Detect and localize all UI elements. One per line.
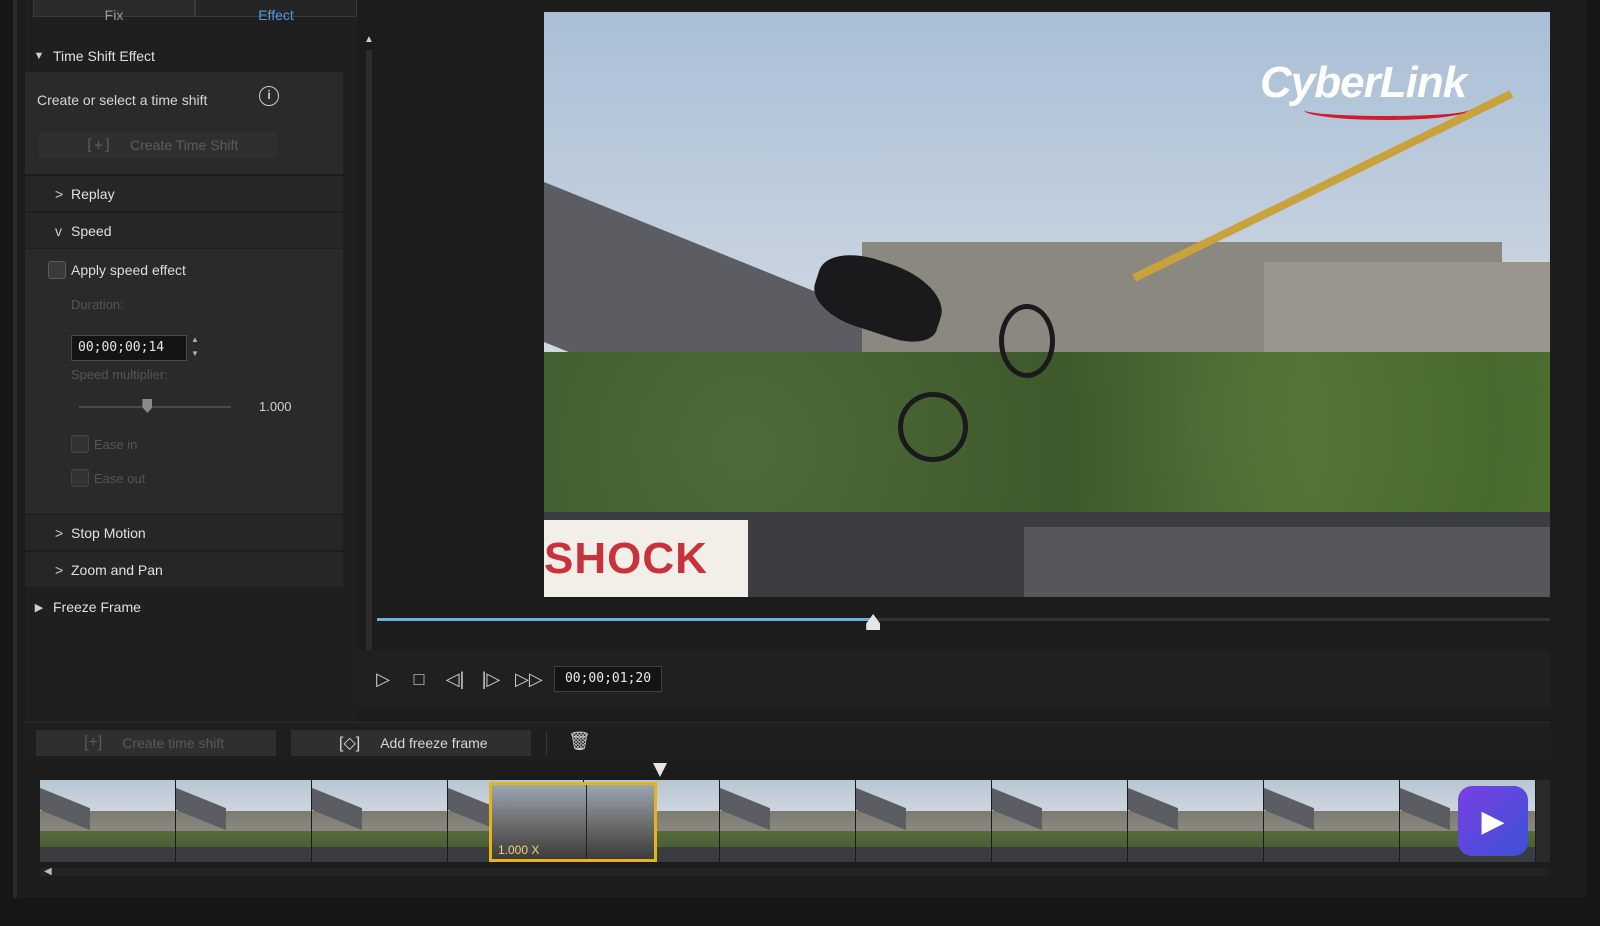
tab-effect[interactable]: Effect [195,0,357,23]
filmstrip-frame[interactable] [1128,780,1264,862]
bike-wheel-front [898,392,968,462]
section-speed[interactable]: v Speed [25,212,343,248]
filmstrip-frame[interactable] [40,780,176,862]
speed-multiplier-label: Speed multiplier: [71,367,168,382]
speed-multiplier-value: 1.000 [259,399,292,414]
section-replay[interactable]: > Replay [25,175,343,211]
add-freeze-frame-button[interactable]: [◇] Add freeze frame [291,730,531,756]
apply-speed-checkbox[interactable] [48,261,66,279]
filmstrip-frame[interactable] [176,780,312,862]
add-bracket-icon: [+] [84,734,103,751]
duration-label: Duration: [71,297,124,312]
prev-frame-icon[interactable]: ◁| [443,667,467,691]
powerdirector-app-icon[interactable]: ▶ [1458,786,1528,856]
add-bracket-icon: [+] [85,136,113,154]
current-timecode: 00;00;01;20 [554,666,662,692]
chevron-right-icon: > [55,185,64,202]
section-stop-motion[interactable]: > Stop Motion [25,514,343,550]
section-time-shift-effect[interactable]: ▼ Time Shift Effect [25,38,343,74]
filmstrip-frame[interactable] [856,780,992,862]
ease-in-label: Ease in [94,437,138,452]
section-label: Zoom and Pan [71,561,163,578]
ease-out-checkbox[interactable] [71,469,89,487]
toolbar-divider [546,731,547,755]
bike-wheel-rear [999,304,1055,378]
speed-block: Apply speed effect Duration: 00;00;00;14… [25,249,343,515]
filmstrip-frame[interactable] [1264,780,1400,862]
speed-slider-handle[interactable] [142,399,153,413]
playback-controls: ▷ □ ◁| |▷ ▷▷ 00;00;01;20 [357,650,1550,708]
create-time-shift-label: Create Time Shift [130,137,239,153]
scroll-thumb[interactable] [366,50,372,698]
ease-in-checkbox[interactable] [71,435,89,453]
create-time-shift-button[interactable]: [+] Create Time Shift [39,132,277,158]
preview-ramp-bottom [1024,527,1550,597]
selected-speed-segment[interactable]: 1.000 X [489,782,657,862]
freeze-frame-icon: [◇] [339,735,361,752]
filmstrip-frame[interactable] [312,780,448,862]
logo-swoosh [1304,100,1468,120]
panel-scrollbar[interactable]: ▲ ▼ [364,34,374,708]
trash-icon[interactable]: 🗑 [568,731,591,755]
filmstrip-frame[interactable] [992,780,1128,862]
play-icon[interactable]: ▷ [371,667,395,691]
info-icon[interactable]: i [259,86,279,106]
segment-speed-label: 1.000 X [498,843,540,857]
speed-slider-track[interactable] [79,406,231,408]
filmstrip-scrollbar[interactable] [40,868,1550,876]
create-time-shift-toolbar-button[interactable]: [+] Create time shift [36,730,276,756]
create-time-shift-toolbar-label: Create time shift [122,735,225,751]
timeshift-toolbar: [+] Create time shift [◇] Add freeze fra… [25,722,1550,762]
spin-up-icon[interactable]: ▲ [191,335,199,344]
time-shift-hint: Create or select a time shift [37,92,208,108]
ease-out-label: Ease out [94,471,146,486]
collapse-triangle-icon: ▼ [33,50,45,62]
segment-frame-divider [586,785,587,859]
panel-tabs: Fix Effect [33,0,357,31]
section-title: Freeze Frame [53,599,141,615]
video-preview[interactable]: SHOCK CyberLink [544,12,1550,597]
stop-icon[interactable]: □ [407,667,431,691]
fast-forward-icon[interactable]: ▷▷ [515,667,543,691]
section-title: Time Shift Effect [53,48,155,64]
effects-panel: Fix Effect ▼ Time Shift Effect Create or… [25,0,374,722]
chevron-down-icon: v [55,222,62,239]
section-zoom-and-pan[interactable]: > Zoom and Pan [25,551,343,587]
section-freeze-frame[interactable]: ▶ Freeze Frame [25,589,343,625]
duration-field[interactable]: 00;00;00;14 [71,335,187,361]
filmstrip[interactable] [40,780,1550,862]
filmstrip-frame[interactable] [720,780,856,862]
scroll-up-icon[interactable]: ▲ [364,34,374,45]
panel-content: ▼ Time Shift Effect Create or select a t… [25,38,343,722]
scroll-left-icon[interactable]: ◀ [44,866,52,877]
next-frame-icon[interactable]: |▷ [479,667,503,691]
expand-triangle-icon: ▶ [34,601,44,614]
section-label: Speed [71,222,112,239]
add-freeze-frame-label: Add freeze frame [380,735,488,751]
scrub-progress [377,618,874,621]
chevron-right-icon: > [55,561,64,578]
tab-fix[interactable]: Fix [33,0,195,23]
section-label: Stop Motion [71,524,146,541]
spin-down-icon[interactable]: ▼ [191,349,199,358]
preview-banner: SHOCK [544,520,748,597]
chevron-right-icon: > [55,524,64,541]
apply-speed-label: Apply speed effect [71,262,186,278]
time-shift-block: Create or select a time shift i [+] Crea… [25,72,343,174]
section-label: Replay [71,185,115,202]
